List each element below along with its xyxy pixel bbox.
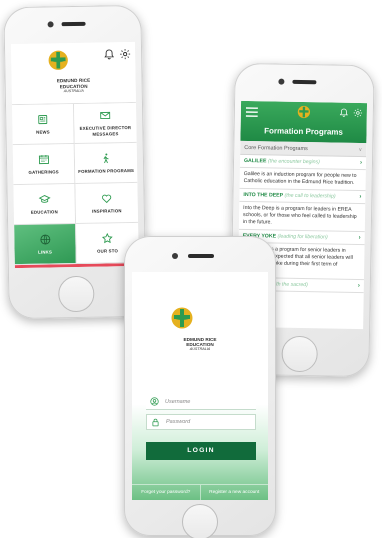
phone-camera [47, 21, 54, 28]
username-field[interactable]: Username [146, 394, 256, 410]
graduation-cap-icon [38, 194, 51, 203]
register-link[interactable]: Register a new account [201, 485, 269, 500]
home-screen: EDMUND RICE EDUCATION AUSTRALIA NEWS EXE… [10, 41, 139, 269]
star-icon [101, 232, 113, 244]
cross-logo-icon [171, 307, 193, 329]
login-footer: Forget your password? Register a new acc… [132, 484, 268, 500]
menu-item-label: NEWS [36, 129, 50, 135]
cross-logo-icon [48, 50, 68, 70]
menu-item-label: FORMATION PROGRAMS [78, 167, 135, 174]
brand-name: EDMUND RICE EDUCATION [183, 337, 217, 347]
program-description: Galilee is an induction program for peop… [239, 167, 366, 192]
menu-item-links[interactable]: LINKS [14, 223, 77, 266]
login-screen: EDMUND RICE EDUCATION AUSTRALIA Username… [132, 272, 268, 500]
brand-sub: AUSTRALIA [189, 347, 211, 351]
forgot-password-link[interactable]: Forget your password? [132, 485, 201, 500]
phone-camera [172, 253, 178, 259]
chevron-right-icon: › [357, 283, 360, 290]
phone-home-button [57, 275, 95, 313]
formation-header: Formation Programs [240, 100, 368, 144]
brand-logo: EDMUND RICE EDUCATION AUSTRALIA [170, 306, 230, 351]
phone-speaker [292, 79, 317, 85]
bell-icon[interactable] [103, 48, 115, 60]
program-name: INTO THE DEEP [243, 192, 284, 199]
menu-item-label: OUR STO [97, 248, 119, 254]
chevron-right-icon: › [358, 235, 361, 242]
phone-home-button [281, 335, 318, 373]
chevron-right-icon: › [359, 194, 362, 201]
menu-item-label: INSPIRATION [92, 208, 122, 214]
program-tagline: (the call to leadership) [284, 192, 336, 200]
globe-icon [39, 234, 50, 245]
home-header: EDMUND RICE EDUCATION AUSTRALIA [10, 41, 136, 105]
menu-item-label: GATHERINGS [28, 169, 59, 175]
phone-speaker [61, 21, 86, 27]
newspaper-icon [37, 114, 47, 124]
password-field[interactable]: Password [146, 414, 256, 430]
brand-logo: EDMUND RICE EDUCATION AUSTRALIA [47, 49, 100, 94]
menu-item-label: LINKS [38, 249, 53, 255]
brand-name: EDMUND RICE EDUCATION [56, 77, 91, 89]
program-name: GALILEE [243, 157, 267, 165]
username-placeholder: Username [165, 398, 191, 405]
lock-icon [152, 418, 159, 426]
program-tagline: (leading for liberation) [277, 233, 328, 241]
chevron-down-icon: ∨ [358, 146, 363, 154]
bell-icon[interactable] [339, 108, 349, 118]
program-tagline: (the encounter begins) [267, 158, 320, 166]
cross-logo-icon [297, 105, 311, 119]
phone-speaker [188, 254, 214, 258]
phone-home-button [182, 504, 218, 538]
chevron-right-icon: › [359, 160, 363, 167]
walking-person-icon [103, 153, 109, 164]
menu-item-executive-director-messages[interactable]: EXECUTIVE DIRECTOR MESSAGES [73, 102, 137, 145]
menu-item-formation-programs[interactable]: FORMATION PROGRAMS [74, 142, 138, 184]
program-category-dropdown[interactable]: Core Formation Programs ∨ [240, 140, 367, 158]
app-showcase: EDMUND RICE EDUCATION AUSTRALIA NEWS EXE… [0, 0, 382, 538]
gear-icon[interactable] [353, 108, 363, 118]
envelope-icon [100, 112, 111, 120]
login-button[interactable]: LOGIN [146, 442, 256, 460]
menu-item-label: EXECUTIVE DIRECTOR MESSAGES [79, 125, 132, 137]
gear-icon[interactable] [119, 48, 131, 60]
password-placeholder: Password [166, 419, 191, 425]
menu-item-inspiration[interactable]: INSPIRATION [75, 182, 139, 224]
phone-camera [278, 78, 285, 85]
hamburger-menu-icon[interactable] [245, 107, 258, 117]
user-icon [150, 397, 159, 406]
menu-item-gatherings[interactable]: GATHERINGS [12, 144, 76, 186]
home-menu-grid: NEWS EXECUTIVE DIRECTOR MESSAGES GATHERI… [11, 101, 139, 266]
program-description: Into the Deep is a program for leaders i… [238, 201, 366, 233]
page-title: Formation Programs [264, 126, 343, 137]
menu-item-news[interactable]: NEWS [11, 104, 75, 146]
menu-item-education[interactable]: EDUCATION [13, 183, 77, 226]
brand-sub: AUSTRALIA [63, 88, 84, 94]
phone-login: EDMUND RICE EDUCATION AUSTRALIA Username… [124, 236, 276, 538]
calendar-icon [38, 154, 49, 165]
dropdown-value: Core Formation Programs [244, 144, 308, 153]
menu-item-label: EDUCATION [30, 209, 58, 215]
heart-icon [102, 194, 112, 204]
